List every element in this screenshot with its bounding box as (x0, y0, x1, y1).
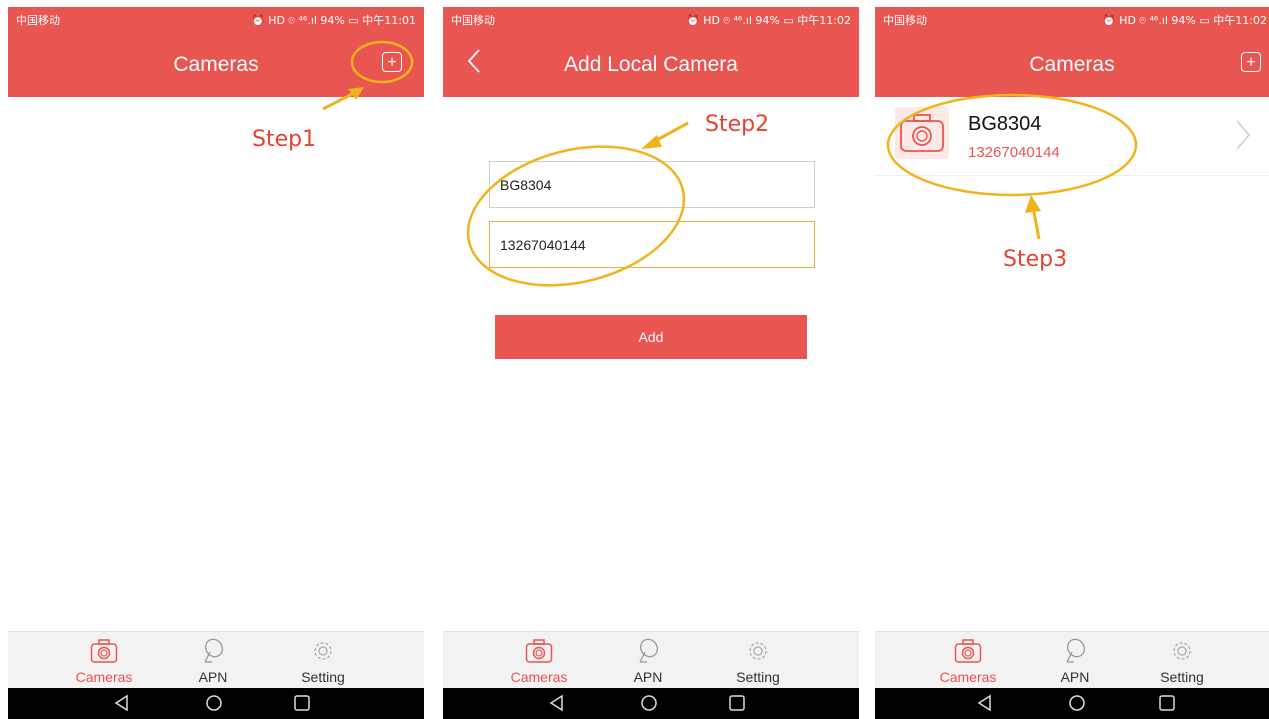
screen-cameras-empty: 中国移动 ⏰ HD ⌾ ⁴⁶.ıl 94% ▭ 中午11:01 Cameras … (8, 7, 424, 719)
screen-add-local-camera: 中国移动 ⏰ HD ⌾ ⁴⁶.ıl 94% ▭ 中午11:02 Add Loca… (443, 7, 859, 719)
step3-highlight (886, 93, 1138, 240)
screen-cameras-list: 中国移动 ⏰ HD ⌾ ⁴⁶.ıl 94% ▭ 中午11:02 Cameras … (875, 7, 1269, 719)
step1-highlight (322, 40, 414, 111)
step2-highlight (466, 121, 689, 287)
